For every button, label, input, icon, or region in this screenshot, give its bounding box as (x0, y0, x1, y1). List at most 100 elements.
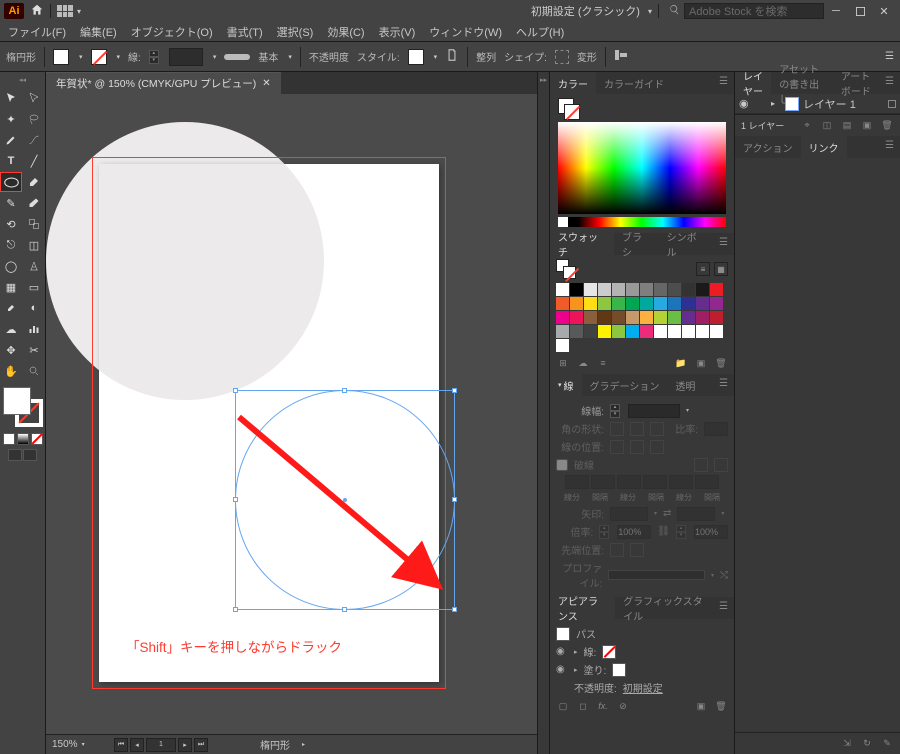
style-swatch[interactable] (408, 49, 424, 65)
appear-fill-swatch[interactable] (612, 663, 626, 677)
gap1[interactable] (591, 475, 615, 489)
menu-type[interactable]: 書式(T) (223, 22, 267, 42)
workspace-switcher[interactable]: 初期設定 (クラシック) (531, 3, 640, 19)
fill-swatch[interactable] (53, 49, 69, 65)
tip1[interactable] (610, 543, 624, 557)
screen-full[interactable] (23, 449, 37, 461)
perspective-tool[interactable] (23, 256, 45, 276)
swatch-color[interactable] (598, 311, 611, 324)
fill-stroke-indicator[interactable] (3, 387, 43, 427)
handle-bm[interactable] (342, 607, 347, 612)
curvature-tool[interactable] (23, 130, 45, 150)
close-button[interactable]: ✕ (872, 1, 896, 21)
dup-icon[interactable]: ▣ (694, 699, 708, 713)
home-icon[interactable] (30, 3, 44, 20)
clear-icon[interactable]: ⊘ (616, 699, 630, 713)
pen-tool[interactable] (0, 130, 22, 150)
swatch-color[interactable] (612, 311, 625, 324)
cap1[interactable] (610, 422, 624, 436)
swatch-color[interactable] (654, 297, 667, 310)
hand-tool[interactable]: ✋ (0, 361, 22, 381)
tab-stroke[interactable]: ▾線 (550, 374, 582, 396)
new-layer-icon[interactable]: ▣ (860, 119, 874, 133)
tab-graphic-styles[interactable]: グラフィックスタイル (615, 597, 713, 619)
magic-wand-tool[interactable]: ✦ (0, 109, 22, 129)
swatch-color[interactable] (626, 325, 639, 338)
swatch-opts-icon[interactable]: ≡ (596, 356, 610, 370)
handle-br[interactable] (452, 607, 457, 612)
tab-actions[interactable]: アクション (735, 136, 801, 158)
align-icons[interactable] (614, 48, 628, 65)
stroke-width-stepper[interactable]: ▴▾ (149, 50, 159, 64)
arrow-start[interactable] (610, 507, 648, 521)
menu-effect[interactable]: 効果(C) (323, 22, 368, 42)
strokew-stepper[interactable]: ▴▾ (610, 404, 620, 418)
swatch-color[interactable] (584, 283, 597, 296)
panel-menu-icon[interactable]: ☰ (713, 72, 734, 94)
panel-menu-icon[interactable]: ☰ (879, 72, 900, 94)
close-tab-icon[interactable]: ✕ (262, 78, 270, 89)
shape-box-icon[interactable] (555, 50, 569, 64)
tab-artboards[interactable]: アートボード (833, 72, 879, 94)
swatch-color[interactable] (710, 325, 723, 338)
menu-view[interactable]: 表示(V) (375, 22, 420, 42)
swatch-color[interactable] (556, 297, 569, 310)
trash-icon[interactable]: 🗑 (880, 119, 894, 133)
none-mode-icon[interactable] (31, 433, 43, 445)
fx-icon[interactable]: fx. (596, 699, 610, 713)
stroke-swatch[interactable] (91, 49, 107, 65)
direct-selection-tool[interactable] (23, 88, 45, 108)
dash1[interactable] (565, 475, 589, 489)
line-tool[interactable]: ╱ (23, 151, 45, 171)
slice-tool[interactable]: ✂ (23, 340, 45, 360)
dash3[interactable] (669, 475, 693, 489)
swatch-color[interactable] (696, 311, 709, 324)
tab-swatches[interactable]: スウォッチ (550, 233, 614, 255)
lasso-tool[interactable] (23, 109, 45, 129)
swatch-color[interactable] (696, 297, 709, 310)
swatch-color[interactable] (584, 297, 597, 310)
swatch-color[interactable] (640, 283, 653, 296)
align3[interactable] (650, 440, 664, 454)
eyedropper-tool[interactable] (0, 298, 22, 318)
menu-select[interactable]: 選択(S) (273, 22, 318, 42)
swatch-color[interactable] (696, 283, 709, 296)
panel-menu-icon[interactable]: ☰ (713, 374, 734, 396)
clip-mask-icon[interactable]: ◫ (820, 119, 834, 133)
swatch-color[interactable] (640, 311, 653, 324)
color-mode-icon[interactable] (3, 433, 15, 445)
tab-asset-export[interactable]: アセットの書き出し (771, 72, 833, 94)
swatch-color[interactable] (570, 297, 583, 310)
handle-tl[interactable] (233, 388, 238, 393)
swatch-color[interactable] (598, 325, 611, 338)
swap-arrows-icon[interactable]: ⇄ (663, 508, 671, 519)
artboard-nav[interactable]: ⏮◂1▸⏭ (114, 738, 208, 752)
tab-layers[interactable]: レイヤー (735, 72, 771, 94)
new-swatch-icon[interactable]: ▣ (694, 356, 708, 370)
eye-icon[interactable]: ◉ (556, 664, 568, 675)
swatch-color[interactable] (598, 283, 611, 296)
tab-color[interactable]: カラー (550, 72, 596, 94)
new-fill-icon[interactable]: ▢ (556, 699, 570, 713)
paintbrush-tool[interactable] (23, 172, 45, 192)
rotate-tool[interactable]: ⟲ (0, 214, 22, 234)
swatch-color[interactable] (682, 325, 695, 338)
screen-normal[interactable] (8, 449, 22, 461)
minimize-button[interactable]: ─ (824, 1, 848, 21)
handle-tm[interactable] (342, 388, 347, 393)
swatch-color[interactable] (640, 325, 653, 338)
flip-icon[interactable]: ⤭ (720, 570, 728, 581)
swatch-color[interactable] (710, 297, 723, 310)
new-sublayer-icon[interactable]: ▤ (840, 119, 854, 133)
menu-object[interactable]: オブジェクト(O) (127, 22, 217, 42)
menu-file[interactable]: ファイル(F) (4, 22, 70, 42)
shape-builder-tool[interactable]: ◯ (0, 256, 22, 276)
symbol-tool[interactable]: ☁ (0, 319, 22, 339)
swatch-color[interactable] (556, 283, 569, 296)
scale2-step[interactable]: ▴▾ (676, 525, 686, 539)
swatch-color[interactable] (710, 283, 723, 296)
swatch-color[interactable] (626, 297, 639, 310)
swatch-color[interactable] (612, 297, 625, 310)
menu-help[interactable]: ヘルプ(H) (512, 22, 568, 42)
appear-stroke-swatch[interactable] (602, 645, 616, 659)
